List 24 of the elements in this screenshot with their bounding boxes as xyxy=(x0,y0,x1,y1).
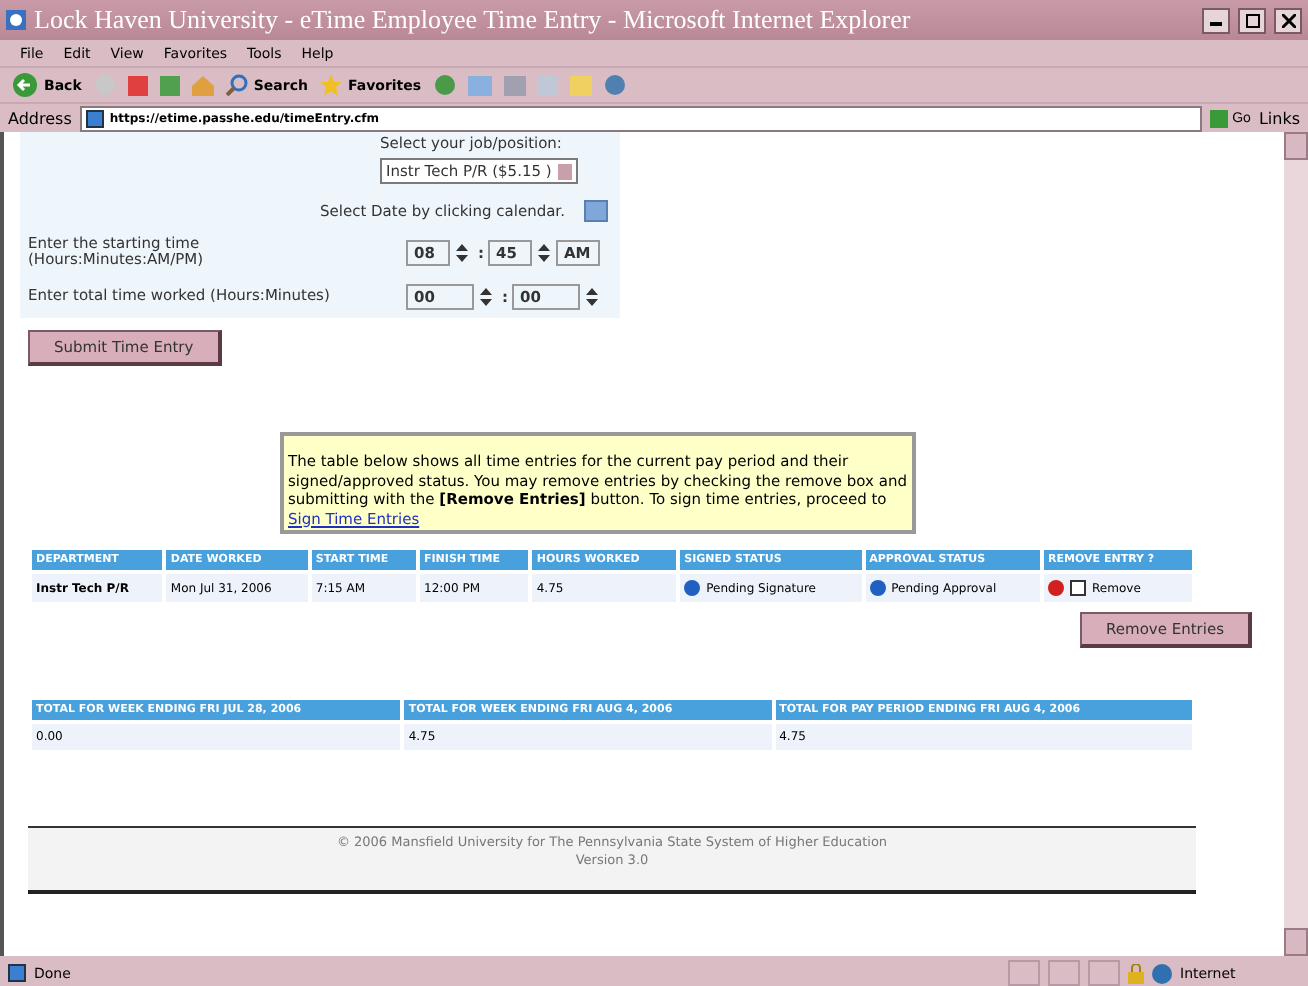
minimize-button[interactable] xyxy=(1202,7,1230,33)
window-title: Lock Haven University - eTime Employee Time Entry - Microsoft Internet Explorer xyxy=(34,4,913,36)
spinner-icon[interactable] xyxy=(450,243,474,261)
close-icon xyxy=(1281,13,1295,27)
maximize-button[interactable] xyxy=(1238,7,1266,33)
status-pane xyxy=(1048,960,1080,986)
address-label: Address xyxy=(8,109,72,127)
browser-icon xyxy=(6,10,26,30)
page-icon xyxy=(8,964,26,982)
close-button[interactable] xyxy=(1274,7,1302,33)
status-pane xyxy=(1008,960,1040,986)
back-arrow-icon xyxy=(12,72,38,98)
spinner-icon[interactable] xyxy=(474,287,498,305)
status-pane xyxy=(1088,960,1120,986)
star-icon xyxy=(319,74,342,96)
maximize-icon xyxy=(1245,13,1259,27)
home-icon[interactable] xyxy=(191,75,214,95)
links-label[interactable]: Links xyxy=(1258,109,1300,127)
spinner-icon[interactable] xyxy=(532,243,556,261)
lock-icon xyxy=(1128,963,1144,983)
spinner-icon[interactable] xyxy=(580,287,604,305)
search-icon xyxy=(225,74,248,96)
page-icon xyxy=(85,109,104,127)
remove-checkbox[interactable] xyxy=(1070,580,1087,596)
